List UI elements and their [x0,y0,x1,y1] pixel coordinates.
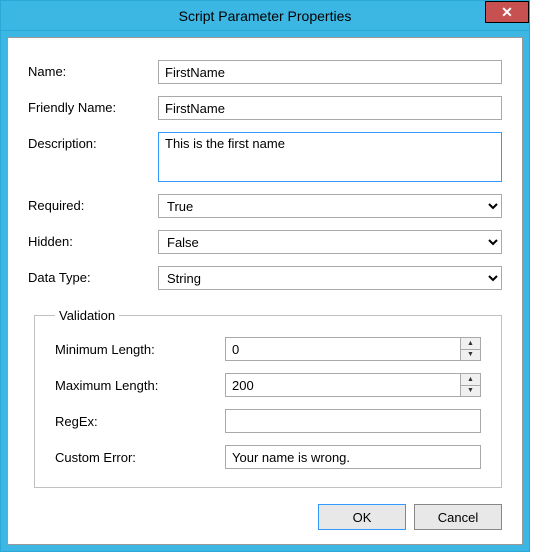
min-length-spinner: ▲ ▼ [461,337,481,361]
validation-group: Validation Minimum Length: ▲ ▼ Maximum L… [34,308,502,488]
row-description: Description: [28,132,502,182]
min-length-down-button[interactable]: ▼ [461,350,480,361]
row-hidden: Hidden: False [28,230,502,254]
row-required: Required: True [28,194,502,218]
data-type-label: Data Type: [28,266,158,285]
min-length-up-button[interactable]: ▲ [461,338,480,350]
regex-label: RegEx: [55,414,225,429]
dialog-window: Script Parameter Properties ✕ Name: Frie… [0,0,530,552]
validation-legend: Validation [55,308,119,323]
row-data-type: Data Type: String [28,266,502,290]
content-panel: Name: Friendly Name: Description: Requir… [7,37,523,545]
max-length-spinner: ▲ ▼ [461,373,481,397]
name-input[interactable] [158,60,502,84]
close-icon: ✕ [501,4,513,21]
required-select[interactable]: True [158,194,502,218]
titlebar: Script Parameter Properties ✕ [1,1,529,31]
max-length-label: Maximum Length: [55,378,225,393]
friendly-name-label: Friendly Name: [28,96,158,115]
row-regex: RegEx: [55,409,481,433]
cancel-button[interactable]: Cancel [414,504,502,530]
hidden-label: Hidden: [28,230,158,249]
window-title: Script Parameter Properties [179,8,352,24]
window-chrome: Name: Friendly Name: Description: Requir… [1,31,529,551]
custom-error-input[interactable] [225,445,481,469]
max-length-up-button[interactable]: ▲ [461,374,480,386]
description-label: Description: [28,132,158,151]
max-length-input[interactable] [225,373,461,397]
ok-button[interactable]: OK [318,504,406,530]
description-input[interactable] [158,132,502,182]
row-name: Name: [28,60,502,84]
close-button[interactable]: ✕ [485,1,529,23]
row-custom-error: Custom Error: [55,445,481,469]
row-max-length: Maximum Length: ▲ ▼ [55,373,481,397]
custom-error-label: Custom Error: [55,450,225,465]
regex-input[interactable] [225,409,481,433]
name-label: Name: [28,60,158,79]
required-label: Required: [28,194,158,213]
friendly-name-input[interactable] [158,96,502,120]
min-length-label: Minimum Length: [55,342,225,357]
row-friendly-name: Friendly Name: [28,96,502,120]
max-length-down-button[interactable]: ▼ [461,386,480,397]
row-min-length: Minimum Length: ▲ ▼ [55,337,481,361]
min-length-input[interactable] [225,337,461,361]
button-row: OK Cancel [28,492,502,530]
data-type-select[interactable]: String [158,266,502,290]
hidden-select[interactable]: False [158,230,502,254]
